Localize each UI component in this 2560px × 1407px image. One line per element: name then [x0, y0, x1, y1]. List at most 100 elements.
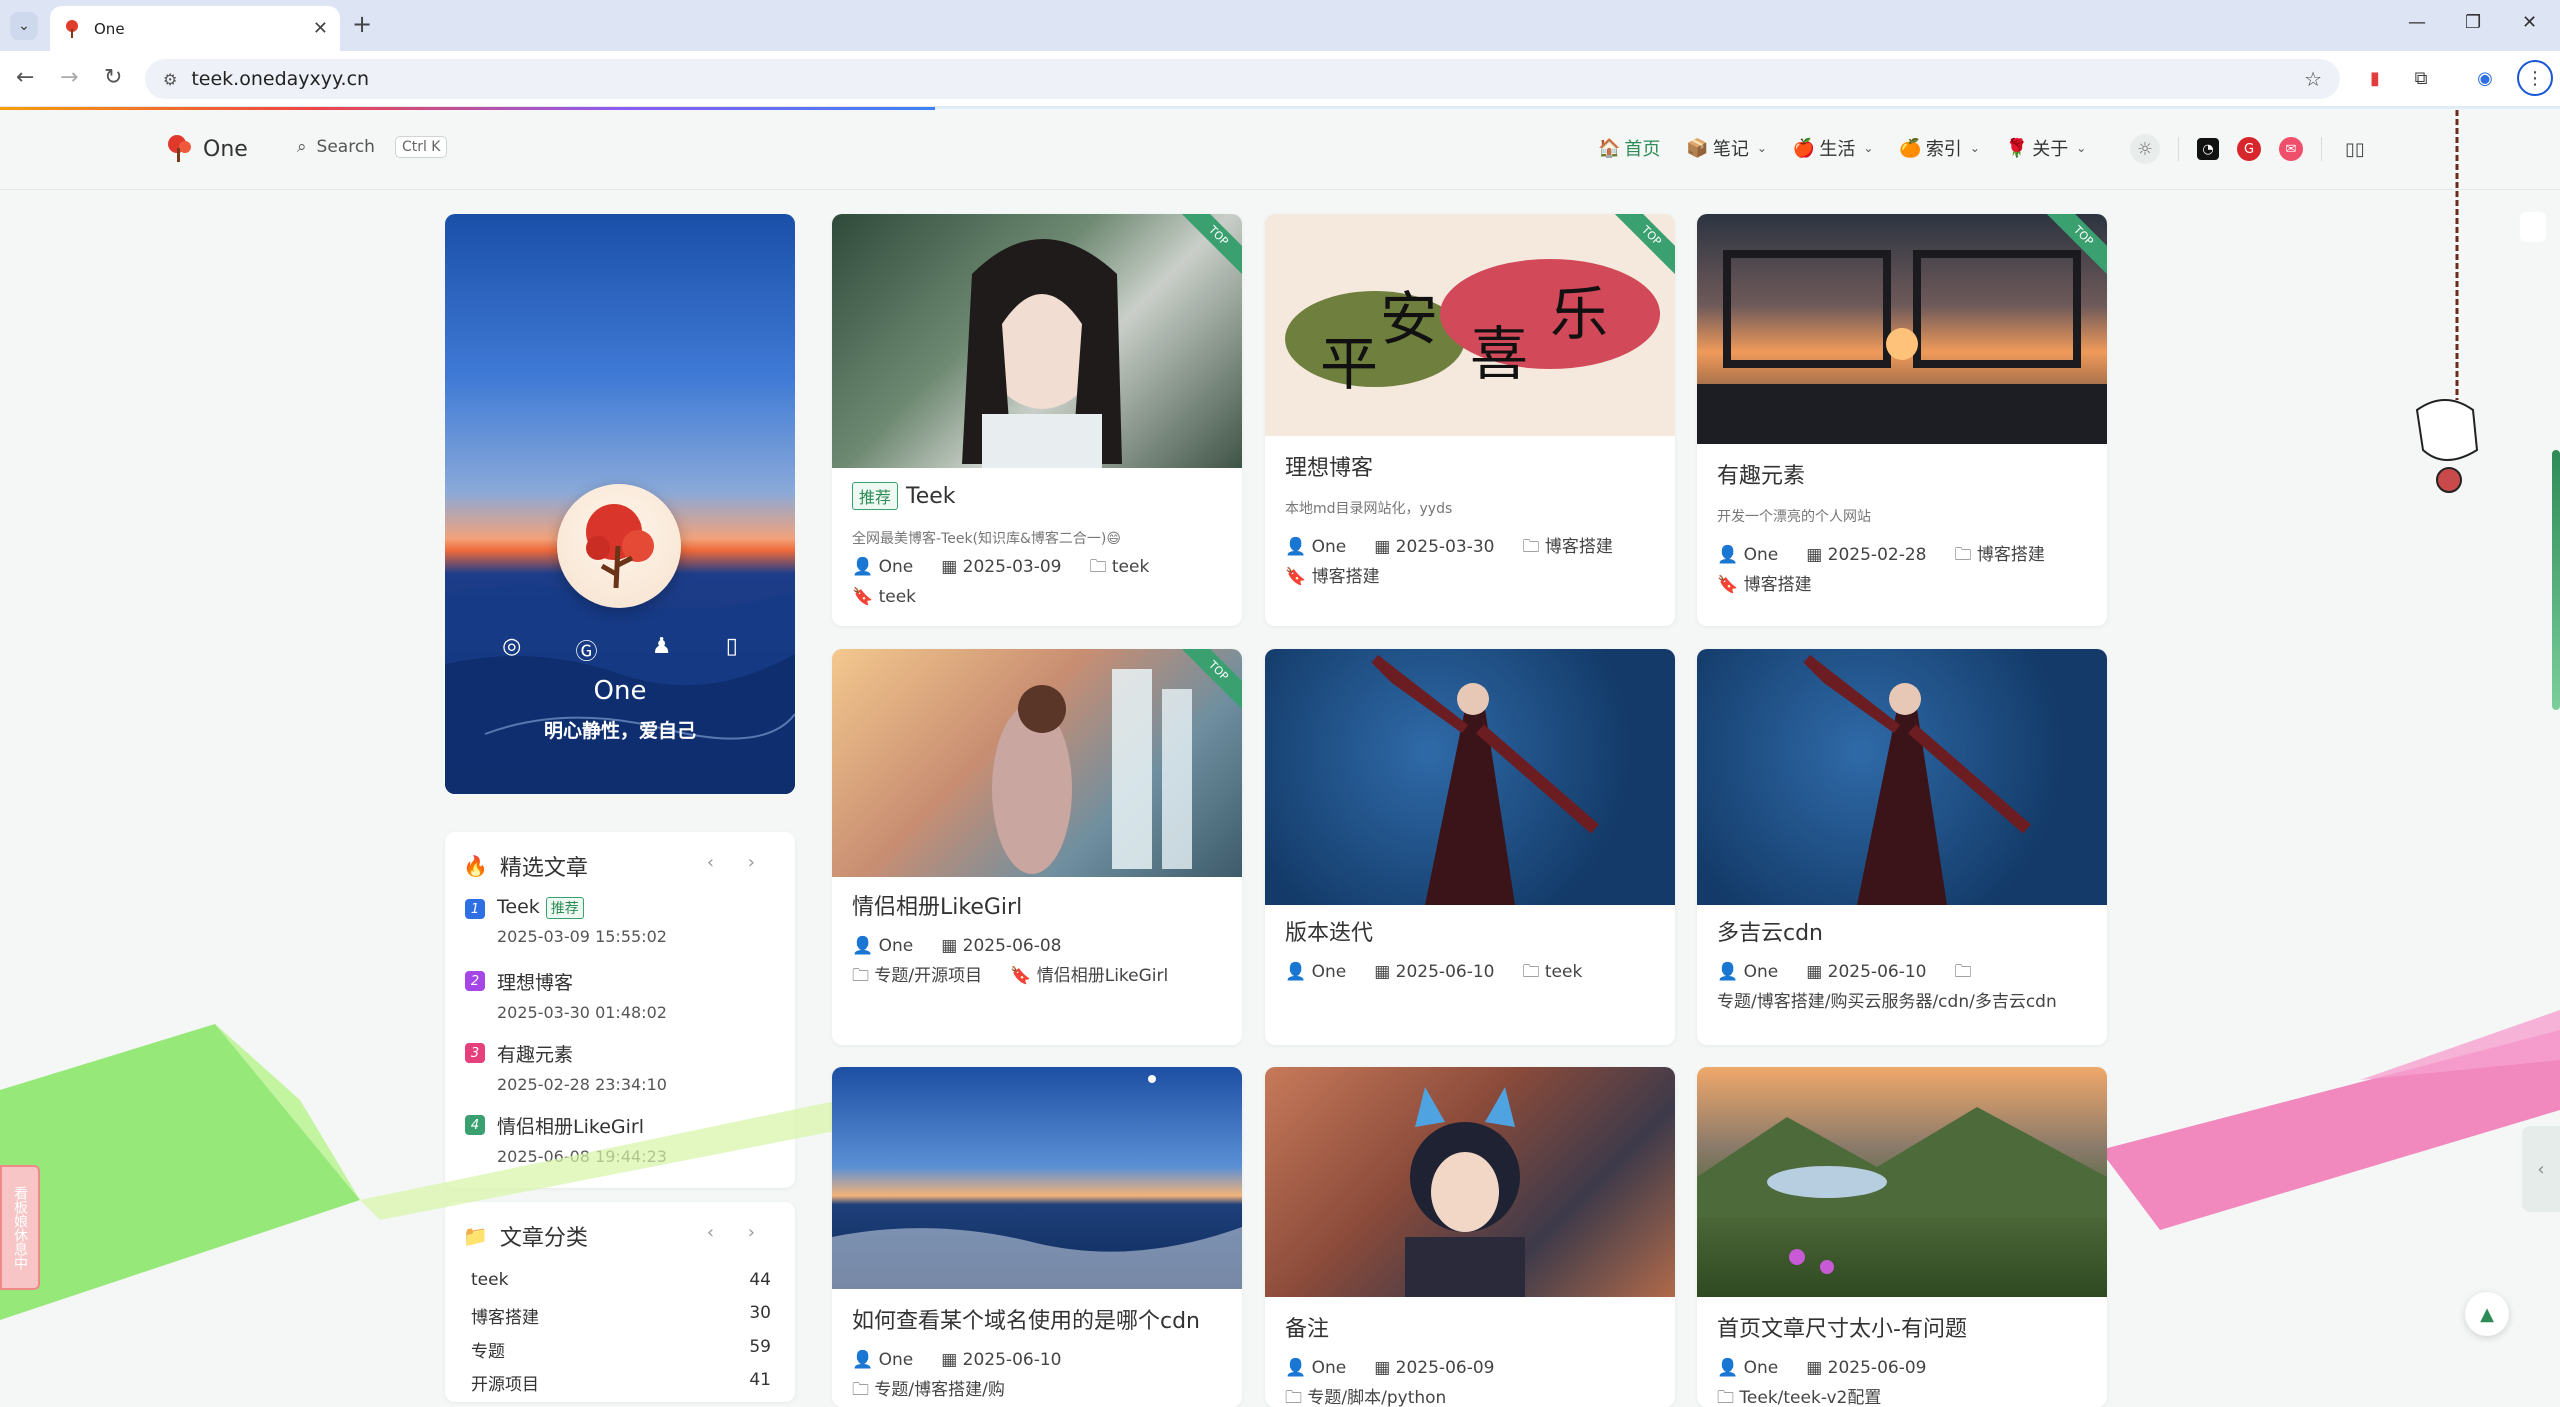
forward-icon[interactable]: → [60, 65, 78, 90]
theme-toggle-icon[interactable]: ☼ [2130, 134, 2160, 164]
extensions-puzzle-icon[interactable]: ⧉ [2408, 65, 2434, 91]
category[interactable]: 🗀 专题/脚本/python [1285, 1388, 1460, 1407]
favicon-tree-icon [66, 19, 78, 38]
post-meta: 👤 One ▦ 2025-06-10 🗀 teek [1285, 957, 1655, 987]
life-icon: 🍎 [1792, 137, 1816, 159]
rss-icon[interactable]: ◔ [2197, 138, 2219, 160]
date: ▦ 2025-03-30 [1374, 537, 1495, 557]
sunset-sea-illustration [832, 1075, 1242, 1289]
menu-label: 生活 [1819, 139, 1856, 160]
back-icon[interactable]: ← [16, 65, 34, 90]
post-title: 首页文章尺寸太小-有问题 [1717, 1317, 1967, 1342]
search-button[interactable]: ⌕ Search Ctrl K [297, 136, 448, 158]
site-brand[interactable]: One [165, 134, 248, 164]
profile-icon[interactable]: ◉ [2472, 65, 2498, 91]
author-name: One [1311, 1358, 1347, 1378]
post-title: 理想博客 [1285, 456, 1374, 481]
phone-icon[interactable]: ▯ [726, 634, 738, 666]
tag[interactable]: 🔖 情侣相册LikeGirl [1010, 966, 1182, 986]
date-text: 2025-03-09 [962, 557, 1062, 577]
post-card[interactable]: 首页文章尺寸太小-有问题 👤 One ▦ 2025-06-09 🗀 Teek/tee… [1697, 1067, 2107, 1407]
category-item[interactable]: 开源项目 41 [471, 1370, 771, 1395]
notes-icon: 📦 [1686, 137, 1709, 159]
menu-home[interactable]: 🏠 首页 [1598, 135, 1660, 161]
tag[interactable]: 🔖 博客搭建 [1717, 575, 1826, 595]
post-cover-image: 平 安 喜 乐 TOP [1265, 214, 1675, 436]
date-text: 2025-02-28 [1827, 545, 1927, 565]
gitee-icon[interactable]: G [2237, 137, 2261, 161]
minimize-icon[interactable]: — [2408, 12, 2426, 33]
menu-about[interactable]: 🌹 关于 ⌄ [2006, 135, 2086, 161]
reading-mode-icon[interactable]: ▯▯ [2340, 134, 2370, 164]
restore-icon[interactable]: ❐ [2465, 12, 2481, 33]
github-icon[interactable]: ◎ [502, 634, 521, 666]
category[interactable]: 🗀 专题/开源项目 [852, 966, 996, 986]
date-text: 2025-03-30 [1395, 537, 1495, 557]
browser-tab[interactable]: One ✕ [50, 6, 340, 51]
category[interactable]: 🗀 博客搭建 [1954, 545, 2058, 565]
main-menu: 🏠 首页 📦 笔记 ⌄ 🍎 生活 ⌄ 🍊 索引 ⌄ 🌹 关于 ⌄ [1598, 135, 2086, 161]
author-name: One [878, 557, 914, 577]
nav-actions: ☼ ◔ G ✉ ▯▯ [2130, 134, 2370, 164]
category[interactable]: 🗀 博客搭建 [1522, 537, 1626, 557]
post-card[interactable]: TOP 有趣元素 开发一个漂亮的个人网站 👤 One ▦ 2025-02-28 🗀 … [1697, 214, 2107, 626]
category[interactable]: 🗀 teek [1522, 962, 1596, 982]
menu-life[interactable]: 🍎 生活 ⌄ [1793, 135, 1873, 161]
search-shortcut: Ctrl K [394, 136, 448, 158]
panel-arrows[interactable]: ‹ › [707, 852, 769, 873]
menu-index[interactable]: 🍊 索引 ⌄ [1899, 135, 1979, 161]
menu-notes[interactable]: 📦 笔记 ⌄ [1686, 135, 1766, 161]
category[interactable]: 🗀 teek [1089, 557, 1163, 577]
mail-icon[interactable]: ✉ [2279, 137, 2303, 161]
tab-search-icon[interactable]: ⌄ [10, 12, 38, 40]
calligraphy-banner: 平 安 喜 乐 [1285, 259, 1660, 398]
featured-title-text: Teek [497, 896, 540, 918]
site-info-icon[interactable]: ⚙ [163, 70, 177, 89]
gitee-icon[interactable]: Ⓖ [576, 634, 598, 666]
right-drawer-toggle[interactable]: ‹ [2522, 1126, 2560, 1212]
post-card[interactable]: 如何查看某个域名使用的是哪个cdn 👤 One ▦ 2025-06-10 🗀 专题/… [832, 1067, 1242, 1407]
post-card[interactable]: 版本迭代 👤 One ▦ 2025-06-10 🗀 teek [1265, 649, 1675, 1045]
category-text: Teek/teek-v2配置 [1739, 1388, 1882, 1407]
avatar[interactable] [557, 484, 681, 608]
extension-red-icon[interactable]: ▮ [2362, 65, 2388, 91]
featured-item[interactable]: 2 理想博客 2025-03-30 01:48:02 [465, 968, 667, 1022]
progress-track [935, 107, 2560, 109]
close-tab-icon[interactable]: ✕ [313, 18, 328, 39]
post-meta: 👤 One ▦ 2025-06-10 🗀 专题/博客搭建/购买云服务器/cdn/多吉… [1717, 957, 2087, 1017]
featured-item[interactable]: 1 Teek 推荐 2025-03-09 15:55:02 [465, 896, 667, 946]
address-bar[interactable]: ⚙ teek.onedayxyy.cn ☆ [145, 59, 2340, 99]
browser-menu-icon[interactable]: ⋮ [2517, 60, 2553, 96]
search-icon: ⌕ [297, 137, 307, 157]
reload-icon[interactable]: ↻ [104, 65, 122, 90]
date-text: 2025-06-09 [1395, 1358, 1495, 1378]
bookmark-star-icon[interactable]: ☆ [2304, 67, 2322, 91]
category-item[interactable]: 专题 59 [471, 1337, 771, 1362]
featured-title: 理想博客 [497, 972, 574, 994]
window-close-icon[interactable]: ✕ [2522, 12, 2537, 33]
brand-name: One [203, 136, 248, 162]
post-cover-image [1697, 649, 2107, 905]
date: ▦ 2025-03-09 [941, 557, 1062, 577]
profile-name: One [593, 676, 647, 706]
post-card[interactable]: 备注 👤 One ▦ 2025-06-09 🗀 专题/脚本/python [1265, 1067, 1675, 1407]
post-card[interactable]: 多吉云cdn 👤 One ▦ 2025-06-10 🗀 专题/博客搭建/购买云服务器… [1697, 649, 2107, 1045]
post-card[interactable]: TOP 推荐 Teek 全网最美博客-Teek(知识库&博客二合一)😄 👤 One… [832, 214, 1242, 626]
banner-char: 喜 [1470, 320, 1528, 388]
qq-icon[interactable]: ♟ [652, 634, 672, 666]
new-tab-button[interactable]: + [352, 12, 372, 36]
back-to-top-button[interactable]: ▲ [2465, 1292, 2509, 1336]
post-card[interactable]: TOP 情侣相册LikeGirl 👤 One ▦ 2025-06-08 🗀 专题/开… [832, 649, 1242, 1045]
hanging-cat-widget[interactable] [2395, 110, 2495, 520]
author-name: One [1743, 962, 1779, 982]
tag[interactable]: 🔖 博客搭建 [1285, 567, 1394, 587]
page-scrollbar[interactable] [2552, 450, 2560, 710]
post-card[interactable]: 平 安 喜 乐 TOP 理想博客 本地md目录网站化，yyds 👤 One ▦ 2… [1265, 214, 1675, 626]
browser-tab-strip: ⌄ One ✕ + — ❐ ✕ [0, 0, 2560, 51]
category[interactable]: 🗀 Teek/teek-v2配置 [1717, 1388, 1895, 1407]
category-text: 博客搭建 [1544, 537, 1613, 557]
mascot-resting-tab[interactable]: 看板娘休息中 [0, 1165, 40, 1290]
category[interactable]: 🗀 专题/博客搭建/购 [852, 1380, 1019, 1400]
tag[interactable]: 🔖 teek [852, 587, 930, 607]
tab-title: One [94, 19, 125, 38]
